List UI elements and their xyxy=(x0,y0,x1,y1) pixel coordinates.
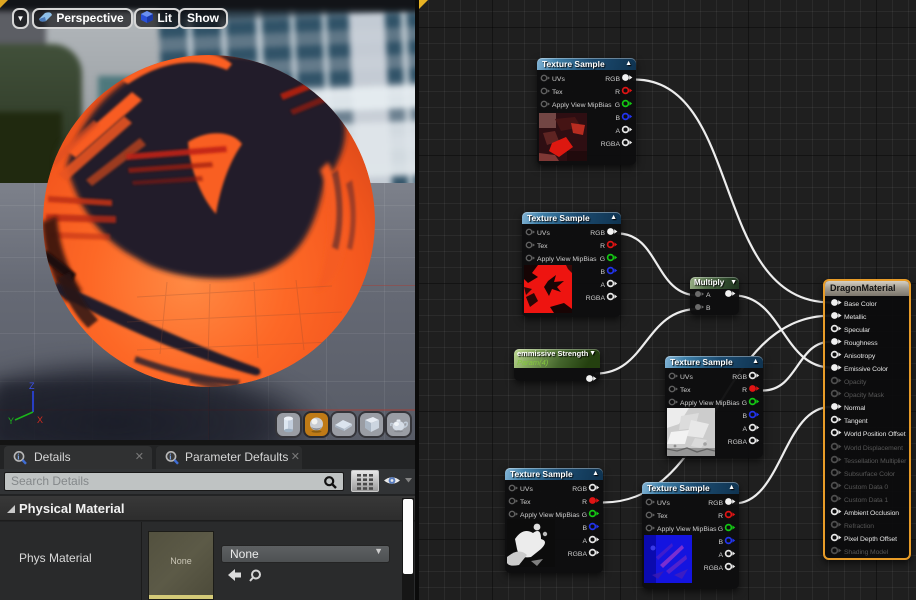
svg-text:Z: Z xyxy=(29,381,35,391)
svg-text:Y: Y xyxy=(8,416,14,426)
svg-text:X: X xyxy=(37,415,43,425)
